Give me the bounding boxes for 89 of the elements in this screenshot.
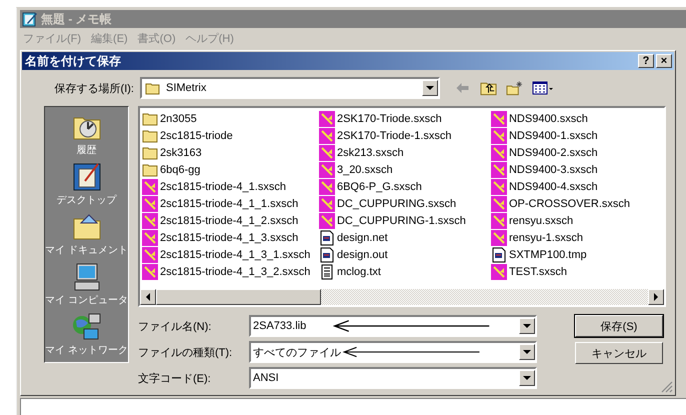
resize-grip-icon[interactable] [661, 381, 673, 393]
schematic-file-icon [490, 144, 507, 160]
file-item[interactable]: 2sc1815-triode-4_1_3_2.sxsch [142, 263, 319, 280]
text-file-icon [318, 264, 335, 280]
file-item[interactable]: NDS9400-4.sxsch [490, 178, 664, 195]
file-item[interactable]: DC_CUPPURING-1.sxsch [318, 212, 491, 229]
schematic-file-icon [142, 178, 158, 194]
schematic-file-icon [490, 212, 507, 228]
file-item[interactable]: NDS9400-2.sxsch [490, 144, 664, 161]
schematic-file-icon [490, 162, 507, 178]
file-item[interactable]: 3_20.sxsch [318, 161, 491, 178]
file-item[interactable]: 2sk3163 [142, 144, 319, 161]
file-item[interactable]: NDS9400-3.sxsch [490, 161, 664, 178]
schematic-file-icon [490, 264, 507, 280]
place-item[interactable]: マイ ネットワーク [45, 311, 128, 361]
schematic-file-icon [318, 178, 335, 194]
horizontal-scrollbar[interactable] [140, 289, 664, 305]
schematic-file-icon [318, 162, 335, 178]
schematic-file-icon [142, 230, 158, 246]
file-item[interactable]: design.net [318, 229, 491, 246]
notepad-icon [22, 11, 38, 27]
field-label: ファイル名(N): [138, 320, 212, 334]
file-item[interactable]: rensyu-1.sxsch [490, 229, 664, 246]
file-item[interactable]: rensyu.sxsch [490, 212, 664, 229]
schematic-file-icon [318, 212, 335, 228]
help-button[interactable]: ? [638, 54, 654, 68]
file-item[interactable]: 2SK170-Triode-1.sxsch [318, 127, 491, 144]
document-icon [318, 246, 335, 262]
dropdown-field[interactable]: すべてのファイル [249, 341, 537, 363]
file-item[interactable]: mclog.txt [318, 263, 491, 280]
dialog-title: 名前を付けて保存 [25, 52, 121, 70]
place-item[interactable]: デスクトップ [56, 161, 116, 211]
place-item[interactable]: 履歴 [70, 111, 102, 161]
cancel-button[interactable]: キャンセル [575, 342, 663, 364]
file-item[interactable]: 2sc1815-triode-4_1.sxsch [142, 178, 319, 195]
file-item[interactable]: TEST.sxsch [490, 263, 664, 280]
schematic-file-icon [142, 212, 158, 228]
file-item[interactable]: 2SK170-Triode.sxsch [318, 110, 491, 127]
file-item[interactable]: 2sc1815-triode-4_1_3.sxsch [142, 229, 319, 246]
view-menu-icon[interactable] [532, 80, 554, 96]
place-item[interactable]: マイ ドキュメント [45, 211, 128, 261]
window-title: 無題 - メモ帳 [41, 10, 112, 28]
desktop-icon [70, 161, 102, 193]
folder-icon [145, 81, 161, 95]
scroll-left-icon[interactable] [146, 293, 150, 301]
schematic-file-icon [490, 196, 507, 212]
folder-icon [142, 110, 158, 126]
up-folder-icon[interactable] [480, 80, 497, 96]
scroll-right-icon[interactable] [654, 293, 658, 301]
file-item[interactable]: SXTMP100.tmp [490, 246, 664, 263]
file-item[interactable]: 2sc1815-triode [142, 127, 319, 144]
schematic-file-icon [490, 178, 507, 194]
folder-icon [142, 128, 158, 144]
file-item[interactable]: 2n3055 [142, 110, 319, 127]
folder-icon [142, 162, 158, 178]
schematic-file-icon [318, 196, 335, 212]
file-item[interactable]: 2sc1815-triode-4_1_1.sxsch [142, 195, 319, 212]
file-item[interactable]: 2sc1815-triode-4_1_2.sxsch [142, 212, 319, 229]
file-item[interactable]: NDS9400-1.sxsch [490, 127, 664, 144]
schematic-file-icon [490, 230, 507, 246]
schematic-file-icon [318, 110, 335, 126]
schematic-file-icon [490, 110, 507, 126]
place-item[interactable]: マイ コンピュータ [45, 261, 128, 311]
file-item[interactable]: 6BQ6-P_G.sxsch [318, 178, 491, 195]
schematic-file-icon [318, 128, 335, 144]
file-item[interactable]: 2sk213.sxsch [318, 144, 491, 161]
schematic-file-icon [142, 264, 158, 280]
schematic-file-icon [142, 196, 158, 212]
location-label: 保存する場所(I): [54, 82, 135, 96]
schematic-file-icon [142, 246, 158, 262]
dropdown-field[interactable]: 2SA733.lib [249, 315, 537, 337]
file-item[interactable]: 2sc1815-triode-4_1_3_1.sxsch [142, 246, 319, 263]
dropdown-field[interactable]: ANSI [249, 367, 537, 389]
document-icon [318, 230, 335, 246]
file-item[interactable]: design.out [318, 246, 491, 263]
document-icon [490, 246, 507, 262]
file-item[interactable]: OP-CROSSOVER.sxsch [490, 195, 664, 212]
file-item[interactable]: NDS9400.sxsch [490, 110, 664, 127]
field-label: 文字コード(E): [138, 372, 212, 386]
schematic-file-icon [318, 144, 335, 160]
file-item[interactable]: 6bq6-gg [142, 161, 319, 178]
folder-icon [142, 144, 158, 160]
location-dropdown[interactable]: SIMetrix [140, 77, 440, 99]
save-button[interactable]: 保存(S) [575, 315, 663, 337]
field-label: ファイルの種類(T): [138, 346, 234, 360]
schematic-file-icon [490, 128, 507, 144]
file-item[interactable]: DC_CUPPURING.sxsch [318, 195, 491, 212]
new-folder-icon[interactable] [506, 80, 523, 96]
close-button[interactable]: × [656, 54, 672, 68]
